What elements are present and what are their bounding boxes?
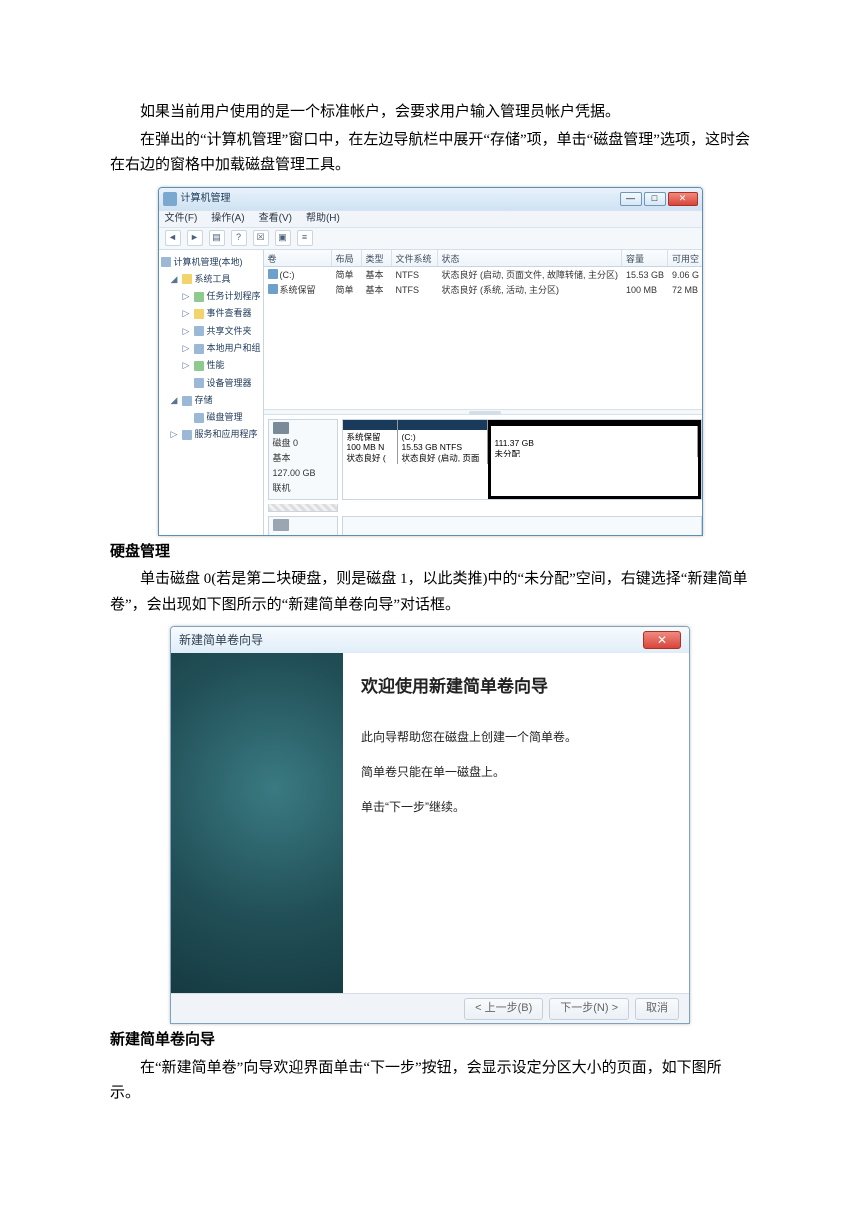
col-free[interactable]: 可用空 bbox=[668, 250, 702, 266]
heading-wizard: 新建简单卷向导 bbox=[110, 1028, 750, 1054]
col-fs[interactable]: 文件系统 bbox=[392, 250, 438, 266]
tree-shared[interactable]: 共享文件夹 bbox=[207, 324, 252, 339]
col-capacity[interactable]: 容量 bbox=[622, 250, 668, 266]
fwd-icon[interactable]: ► bbox=[187, 230, 203, 246]
body-paragraph-2: 在弹出的“计算机管理”窗口中，在左边导航栏中展开“存储”项，单击“磁盘管理”选项… bbox=[110, 128, 750, 179]
col-type[interactable]: 类型 bbox=[362, 250, 392, 266]
toolbar-button[interactable]: ▣ bbox=[275, 230, 291, 246]
volume-row[interactable]: (C:) 简单 基本 NTFS 状态良好 (启动, 页面文件, 故障转储, 主分… bbox=[264, 267, 703, 282]
cdrom-row: CD-ROM 0 DVD (D:) bbox=[268, 516, 703, 535]
wizard-line-2: 简单卷只能在单一磁盘上。 bbox=[361, 763, 671, 782]
maximize-button[interactable]: □ bbox=[644, 192, 666, 206]
wizard-line-1: 此向导帮助您在磁盘上创建一个简单卷。 bbox=[361, 728, 671, 747]
back-icon[interactable]: ◄ bbox=[165, 230, 181, 246]
tree-systools[interactable]: 系统工具 bbox=[195, 272, 231, 287]
next-button[interactable]: 下一步(N) > bbox=[549, 998, 629, 1020]
col-volume[interactable]: 卷 bbox=[264, 250, 332, 266]
wizard-sidebar-graphic bbox=[171, 653, 343, 993]
partition-system-reserved[interactable]: 系统保留 100 MB N 状态良好 ( bbox=[343, 430, 398, 464]
col-status[interactable]: 状态 bbox=[438, 250, 623, 266]
cdrom-label[interactable]: CD-ROM 0 DVD (D:) bbox=[268, 516, 338, 535]
volume-icon bbox=[268, 284, 278, 294]
wizard-heading: 欢迎使用新建简单卷向导 bbox=[361, 673, 671, 702]
tree-diskmgmt[interactable]: 磁盘管理 bbox=[207, 410, 243, 425]
computer-management-window: 计算机管理 — □ ✕ 文件(F) 操作(A) 查看(V) 帮助(H) ◄ ► … bbox=[158, 187, 703, 536]
pane-splitter[interactable] bbox=[264, 409, 703, 415]
disk-legend-hatch bbox=[268, 504, 338, 512]
toolbar-button[interactable]: ? bbox=[231, 230, 247, 246]
window-title: 计算机管理 bbox=[181, 190, 616, 207]
close-button[interactable]: ✕ bbox=[643, 631, 681, 649]
menu-file[interactable]: 文件(F) bbox=[165, 210, 198, 227]
partition-unallocated[interactable]: 111.37 GB 未分配 bbox=[491, 426, 699, 457]
tree-services[interactable]: 服务和应用程序 bbox=[195, 427, 258, 442]
app-icon bbox=[163, 192, 177, 206]
tree-perf[interactable]: 性能 bbox=[207, 358, 225, 373]
close-button[interactable]: ✕ bbox=[668, 192, 698, 206]
tree-scheduler[interactable]: 任务计划程序 bbox=[207, 289, 261, 304]
back-button[interactable]: < 上一步(B) bbox=[464, 998, 543, 1020]
tree-root[interactable]: 计算机管理(本地) bbox=[174, 255, 243, 270]
cancel-button[interactable]: 取消 bbox=[635, 998, 679, 1020]
tree-users[interactable]: 本地用户和组 bbox=[207, 341, 261, 356]
toolbar: ◄ ► ▤ ? ☒ ▣ ≡ bbox=[159, 228, 702, 250]
disk-label[interactable]: 磁盘 0 基本 127.00 GB 联机 bbox=[268, 419, 338, 500]
nav-tree: 计算机管理(本地) ◢系统工具 ▷任务计划程序 ▷事件查看器 ▷共享文件夹 ▷本… bbox=[159, 250, 264, 535]
toolbar-button[interactable]: ▤ bbox=[209, 230, 225, 246]
disk-icon bbox=[273, 422, 289, 434]
volume-row[interactable]: 系统保留 简单 基本 NTFS 状态良好 (系统, 活动, 主分区) 100 M… bbox=[264, 282, 703, 297]
center-pane: 卷 布局 类型 文件系统 状态 容量 可用空 (C:) 简单 基本 NTFS 状… bbox=[264, 250, 703, 535]
body-paragraph-1: 如果当前用户使用的是一个标准帐户，会要求用户输入管理员帐户凭据。 bbox=[110, 100, 750, 126]
body-paragraph-4: 在“新建简单卷”向导欢迎界面单击“下一步”按钮，会显示设定分区大小的页面，如下图… bbox=[110, 1056, 750, 1107]
disk-graph-pane: 磁盘 0 基本 127.00 GB 联机 系统保留 100 MB N 状态良好 … bbox=[264, 415, 703, 535]
tree-devmgr[interactable]: 设备管理器 bbox=[207, 376, 252, 391]
menu-action[interactable]: 操作(A) bbox=[211, 210, 244, 227]
tree-eventviewer[interactable]: 事件查看器 bbox=[207, 306, 252, 321]
toolbar-button[interactable]: ≡ bbox=[297, 230, 313, 246]
wizard-line-3: 单击“下一步”继续。 bbox=[361, 798, 671, 817]
col-layout[interactable]: 布局 bbox=[332, 250, 362, 266]
minimize-button[interactable]: — bbox=[620, 192, 642, 206]
wizard-content: 欢迎使用新建简单卷向导 此向导帮助您在磁盘上创建一个简单卷。 简单卷只能在单一磁… bbox=[343, 653, 689, 993]
volume-header: 卷 布局 类型 文件系统 状态 容量 可用空 bbox=[264, 250, 703, 267]
toolbar-button[interactable]: ☒ bbox=[253, 230, 269, 246]
body-paragraph-3: 单击磁盘 0(若是第二块硬盘，则是磁盘 1，以此类推)中的“未分配”空间，右键选… bbox=[110, 567, 750, 618]
wizard-footer: < 上一步(B) 下一步(N) > 取消 bbox=[171, 993, 689, 1023]
cdrom-icon bbox=[273, 519, 289, 531]
menu-help[interactable]: 帮助(H) bbox=[306, 210, 340, 227]
heading-disk-management: 硬盘管理 bbox=[110, 540, 750, 566]
new-simple-volume-wizard: 新建简单卷向导 ✕ 欢迎使用新建简单卷向导 此向导帮助您在磁盘上创建一个简单卷。… bbox=[170, 626, 690, 1024]
menubar: 文件(F) 操作(A) 查看(V) 帮助(H) bbox=[159, 210, 702, 228]
tree-storage[interactable]: 存储 bbox=[195, 393, 213, 408]
wizard-titlebar: 新建简单卷向导 ✕ bbox=[171, 627, 689, 653]
window-titlebar: 计算机管理 — □ ✕ bbox=[159, 188, 702, 210]
volume-icon bbox=[268, 269, 278, 279]
partition-c[interactable]: (C:) 15.53 GB NTFS 状态良好 (启动, 页面文 bbox=[398, 430, 488, 464]
menu-view[interactable]: 查看(V) bbox=[259, 210, 292, 227]
disk-0-row: 磁盘 0 基本 127.00 GB 联机 系统保留 100 MB N 状态良好 … bbox=[268, 419, 703, 500]
wizard-title: 新建简单卷向导 bbox=[179, 630, 643, 650]
